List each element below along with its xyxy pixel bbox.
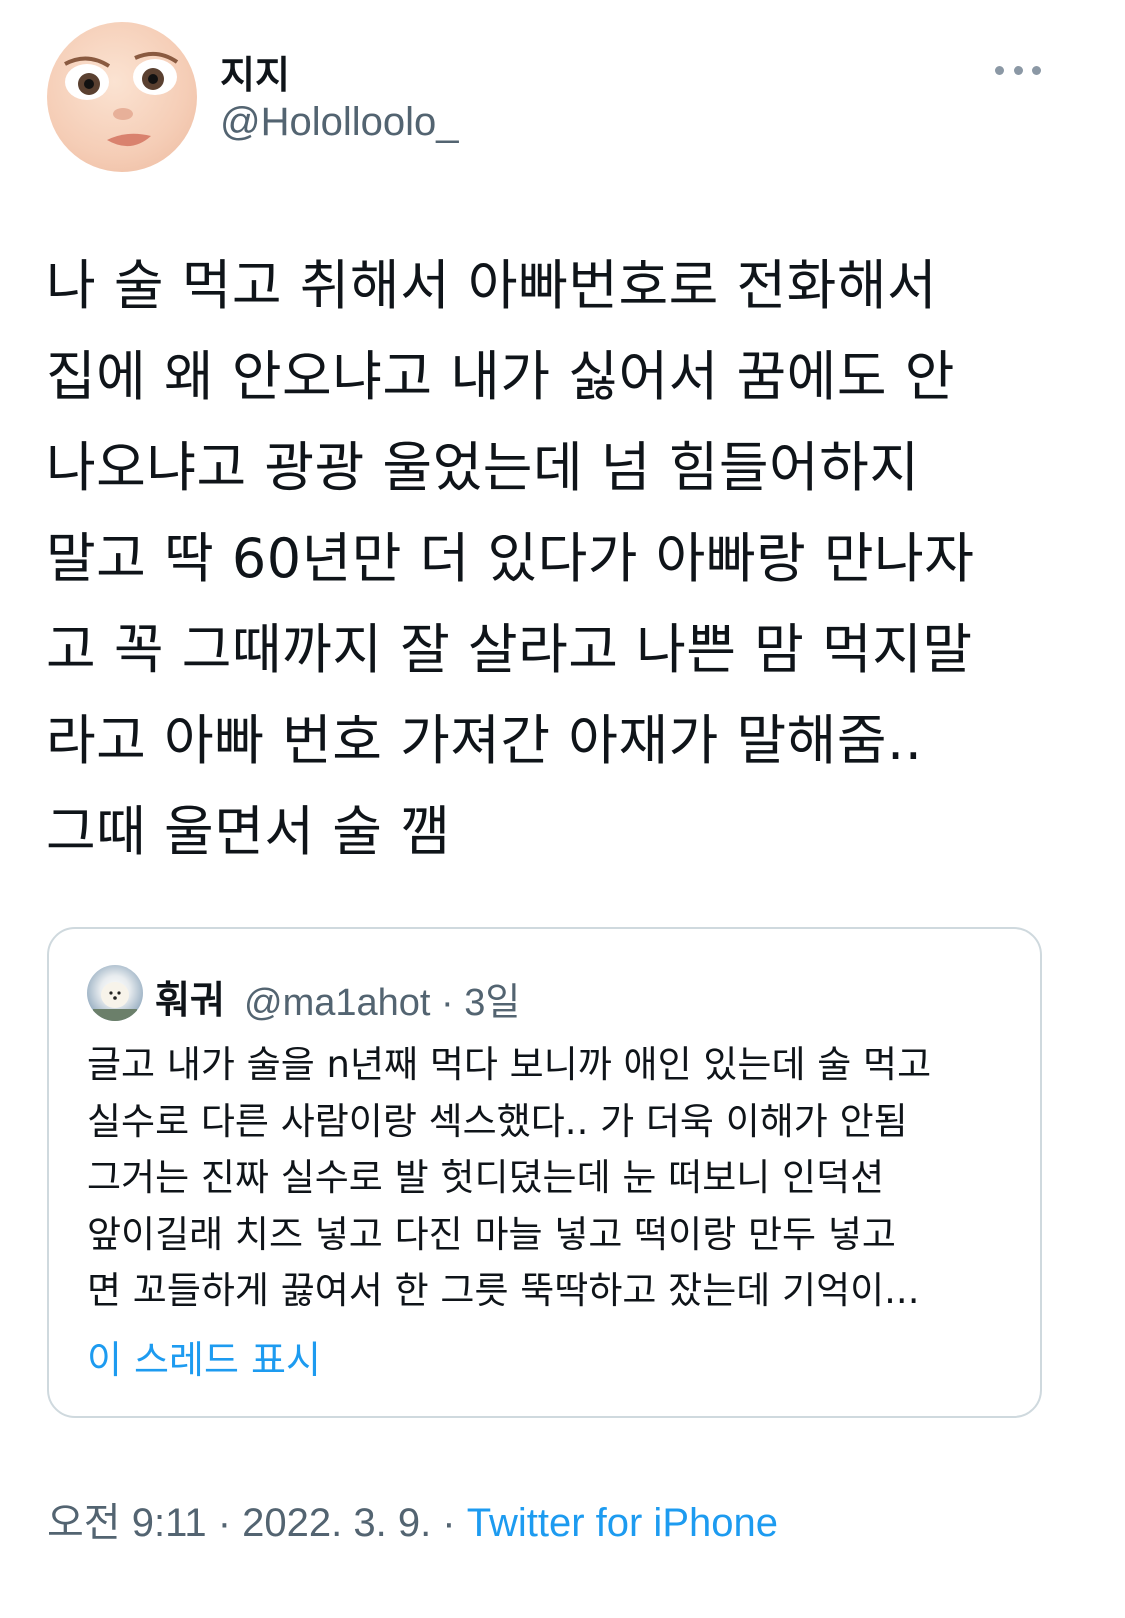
author-avatar[interactable]	[47, 22, 197, 172]
author-handle[interactable]: @Hololloolo_	[220, 100, 459, 145]
tweet-meta: 오전 9:11 · 2022. 3. 9. · Twitter for iPho…	[47, 1490, 778, 1548]
quoted-tweet-text: 글고 내가 술을 n년째 먹다 보니까 애인 있는데 술 먹고 실수로 다른 사…	[87, 1043, 932, 1312]
dot	[995, 65, 1004, 75]
quoted-display-name: 훠궈	[155, 978, 225, 1022]
tweet-text: 나 술 먹고 취해서 아빠번호로 전화해서 집에 왜 안오냐고 내가 싫어서 꿈…	[46, 254, 975, 863]
quoted-handle-time: @ma1ahot · 3일	[244, 982, 521, 1024]
quoted-author-avatar	[87, 965, 143, 1021]
memoji-face-icon	[64, 51, 179, 147]
quoted-tweet-card[interactable]: 훠궈 @ma1ahot · 3일 글고 내가 술을 n년째 먹다 보니까 애인 …	[47, 927, 1042, 1418]
tweet-source-link[interactable]: Twitter for iPhone	[467, 1501, 778, 1545]
dot	[1013, 65, 1023, 75]
dot	[1032, 65, 1041, 75]
more-horizontal-icon[interactable]	[995, 56, 1041, 84]
show-thread-link[interactable]: 이 스레드 표시	[87, 1329, 321, 1384]
dog-avatar-icon	[93, 982, 137, 1021]
author-display-name[interactable]: 지지	[220, 44, 290, 99]
tweet-timestamp[interactable]: 오전 9:11 · 2022. 3. 9. ·	[47, 1501, 467, 1545]
